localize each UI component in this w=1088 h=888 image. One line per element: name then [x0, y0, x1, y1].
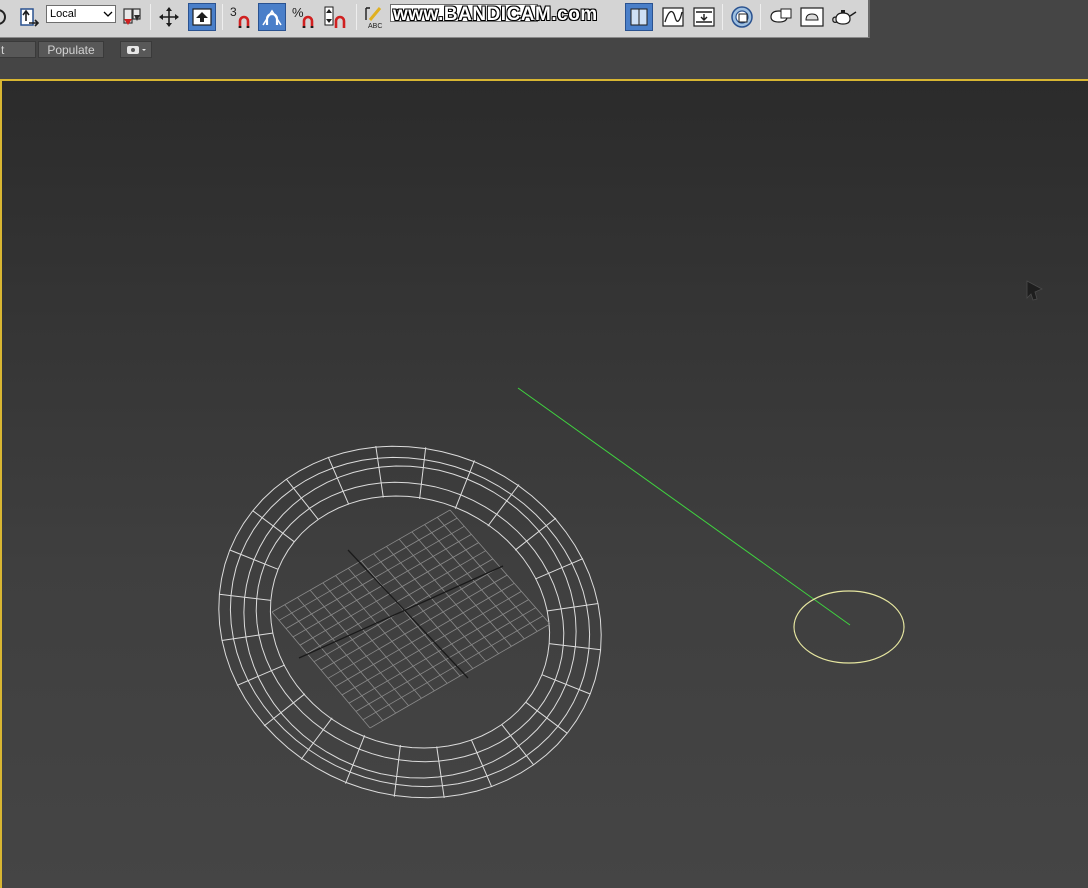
material-editor-button[interactable] — [728, 3, 756, 31]
perspective-viewport[interactable] — [0, 79, 1088, 888]
chevron-down-icon — [103, 11, 113, 17]
plane-grid[interactable] — [271, 509, 551, 729]
ribbon-options-button[interactable] — [120, 41, 152, 58]
plane-grid-line — [341, 591, 522, 696]
main-toolbar: Local 3 % ABC Crea — [0, 0, 870, 38]
use-pivot-point-button[interactable] — [16, 3, 44, 31]
mirror-button[interactable] — [625, 3, 653, 31]
named-selection-set-field[interactable]: Crea — [390, 4, 538, 22]
snaps-toggle-button[interactable]: 3 — [226, 3, 254, 31]
schematic-view-button[interactable] — [690, 3, 718, 31]
torus-ring-edge — [243, 465, 577, 779]
undo-arc-icon — [0, 9, 6, 25]
plane-grid-line — [327, 574, 508, 679]
link-icon — [123, 8, 141, 25]
teapot-icon — [832, 10, 857, 25]
curve-editor-button[interactable] — [659, 3, 687, 31]
toolbar-separator — [356, 4, 357, 30]
torus-segment-edge — [419, 447, 427, 499]
plane-grid-line — [411, 531, 512, 647]
snap-3d-icon: 3 — [230, 5, 250, 28]
plane-grid-line — [424, 524, 525, 640]
render-production-button[interactable] — [830, 3, 858, 31]
mouse-cursor-icon — [1026, 280, 1043, 301]
svg-text:%: % — [292, 5, 304, 20]
ribbon-tab-populate[interactable]: Populate — [38, 41, 104, 58]
spinner-snap-icon — [324, 6, 346, 28]
named-selection-icon: ABC — [365, 7, 382, 30]
torus-segment-edge — [252, 510, 295, 543]
percent-snap-icon: % — [292, 5, 314, 28]
svg-text:3: 3 — [230, 5, 237, 19]
curve-editor-icon — [662, 7, 684, 27]
max-application-window: Local 3 % ABC Crea www.BANDICAM.com t Po… — [0, 0, 1088, 888]
schematic-icon — [693, 7, 715, 27]
ribbon-tab-partial[interactable]: t — [0, 41, 36, 58]
select-and-link-button[interactable] — [118, 3, 146, 31]
plane-grid-line — [373, 553, 474, 669]
torus-segment-edge — [393, 745, 401, 797]
torus-ring[interactable] — [218, 445, 602, 799]
torus-ring-edge — [269, 495, 551, 749]
toolbar-separator — [760, 4, 761, 30]
render-setup-button[interactable] — [766, 3, 794, 31]
toolbar-separator — [222, 4, 223, 30]
torus-ring-edge — [229, 456, 591, 788]
plane-grid-line — [369, 623, 551, 729]
torus-ring-edge — [218, 445, 602, 799]
spotlight-hotspot-circle[interactable] — [793, 590, 905, 664]
reference-coordinate-dropdown[interactable]: Local — [46, 5, 116, 23]
angle-snap-icon — [262, 9, 282, 26]
toolbar-separator — [722, 4, 723, 30]
move-icon — [159, 7, 179, 27]
ribbon-bar: t Populate — [0, 38, 1088, 78]
edit-named-selection-sets-button[interactable]: ABC — [360, 3, 388, 31]
toolbar-empty-area — [870, 0, 1088, 38]
select-and-move-button[interactable] — [155, 3, 183, 31]
plane-grid-line — [334, 582, 515, 687]
toolbar-separator — [150, 4, 151, 30]
mirror-icon — [630, 8, 648, 26]
ribbon-options-icon — [127, 45, 146, 54]
svg-text:ABC: ABC — [368, 23, 382, 30]
plane-grid-line — [320, 566, 501, 671]
plane-grid-line — [355, 607, 536, 712]
ribbon-tab-populate-label: Populate — [47, 42, 95, 57]
spinner-snap-toggle-button[interactable] — [322, 3, 350, 31]
torus-segment-edge — [221, 632, 274, 641]
reference-coordinate-value: Local — [50, 8, 77, 20]
named-selection-set-text: Crea — [395, 7, 419, 19]
keyboard-override-icon — [192, 8, 212, 26]
viewport-scene[interactable] — [2, 81, 1088, 888]
ribbon-tab-partial-label: t — [1, 42, 5, 57]
torus-segment-edge — [375, 446, 384, 498]
torus-segment-edge — [525, 701, 568, 734]
render-setup-icon — [770, 8, 792, 23]
plane-grid-line — [436, 517, 538, 632]
undo-arc-button[interactable] — [0, 3, 14, 31]
plane-axis-line — [347, 549, 469, 679]
plane-grid-line — [362, 615, 544, 721]
plane-grid-line — [398, 538, 499, 654]
spotlight-target-line[interactable] — [517, 387, 851, 626]
angle-snap-toggle-button[interactable] — [258, 3, 286, 31]
torus-ring-edge — [255, 481, 565, 763]
keyboard-shortcut-override-button[interactable] — [188, 3, 216, 31]
material-editor-icon — [731, 6, 753, 28]
percent-snap-toggle-button[interactable]: % — [290, 3, 318, 31]
rendered-frame-window-button[interactable] — [798, 3, 826, 31]
plane-grid-line — [348, 599, 529, 704]
rendered-frame-icon — [800, 7, 824, 27]
torus-segment-edge — [546, 603, 599, 612]
pivot-icon — [20, 8, 40, 27]
torus-segment-edge — [436, 746, 445, 798]
